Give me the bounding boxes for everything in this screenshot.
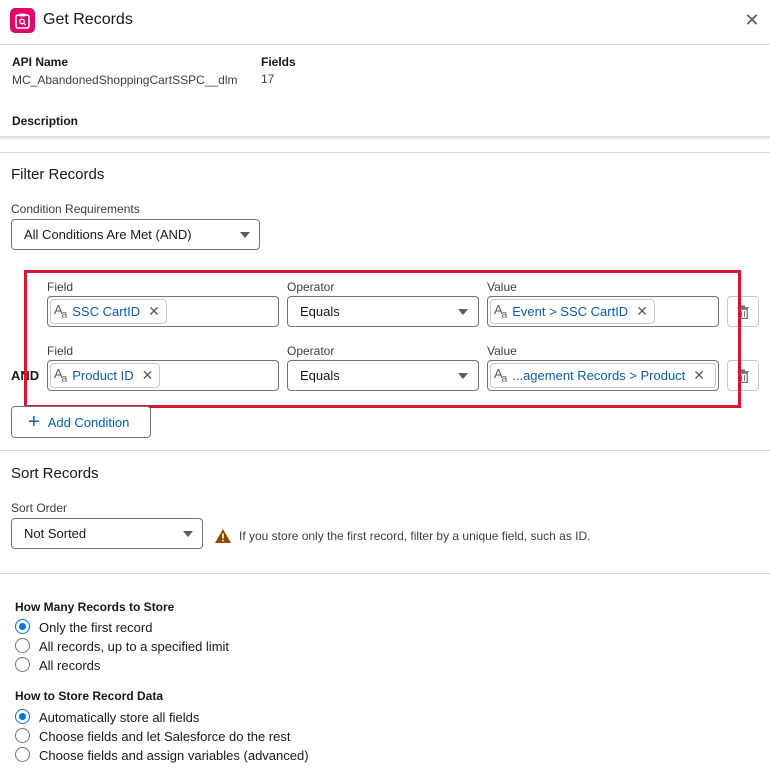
radio-assign-variables[interactable] [15, 747, 30, 762]
how-many-records-title: How Many Records to Store [15, 600, 175, 614]
filter-records-title: Filter Records [11, 166, 105, 183]
get-records-icon [10, 8, 35, 33]
add-condition-label: Add Condition [47, 414, 130, 430]
radio-label: Choose fields and assign variables (adva… [39, 748, 309, 763]
fields-label: Fields [261, 55, 296, 69]
section-divider [0, 450, 770, 451]
condition-requirements-label: Condition Requirements [11, 202, 140, 216]
radio-label: All records [39, 658, 101, 673]
sort-records-title: Sort Records [11, 465, 99, 482]
description-label: Description [12, 114, 79, 128]
section-divider [0, 573, 770, 574]
radio-auto-store[interactable] [15, 709, 30, 724]
add-condition-button[interactable]: + Add Condition [11, 406, 151, 438]
section-divider [0, 152, 770, 153]
chevron-down-icon [183, 531, 193, 537]
plus-icon: + [28, 411, 40, 433]
how-to-store-title: How to Store Record Data [15, 689, 164, 703]
object-info-card [0, 45, 770, 137]
radio-specified-limit[interactable] [15, 638, 30, 653]
sort-order-select[interactable]: Not Sorted [11, 518, 203, 549]
sort-order-value: Not Sorted [24, 526, 87, 541]
condition-requirements-select[interactable]: All Conditions Are Met (AND) [11, 219, 260, 250]
radio-all-records[interactable] [15, 657, 30, 672]
warning-icon [214, 528, 232, 547]
fields-value: 17 [261, 72, 275, 86]
close-icon[interactable]: ✕ [743, 11, 761, 29]
radio-label: All records, up to a specified limit [39, 639, 230, 654]
radio-choose-fields[interactable] [15, 728, 30, 743]
chevron-down-icon [240, 232, 250, 238]
radio-label: Automatically store all fields [39, 710, 200, 725]
radio-first-record[interactable] [15, 619, 30, 634]
radio-label: Only the first record [39, 620, 153, 635]
radio-label: Choose fields and let Salesforce do the … [39, 729, 291, 744]
highlight-box [24, 270, 741, 408]
sort-order-label: Sort Order [11, 501, 68, 515]
api-name-label: API Name [12, 55, 69, 69]
sort-warning-text: If you store only the first record, filt… [239, 529, 591, 543]
condition-requirements-value: All Conditions Are Met (AND) [24, 227, 192, 242]
api-name-value: MC_AbandonedShoppingCartSSPC__dlm [12, 73, 238, 87]
panel-title: Get Records [43, 11, 133, 28]
